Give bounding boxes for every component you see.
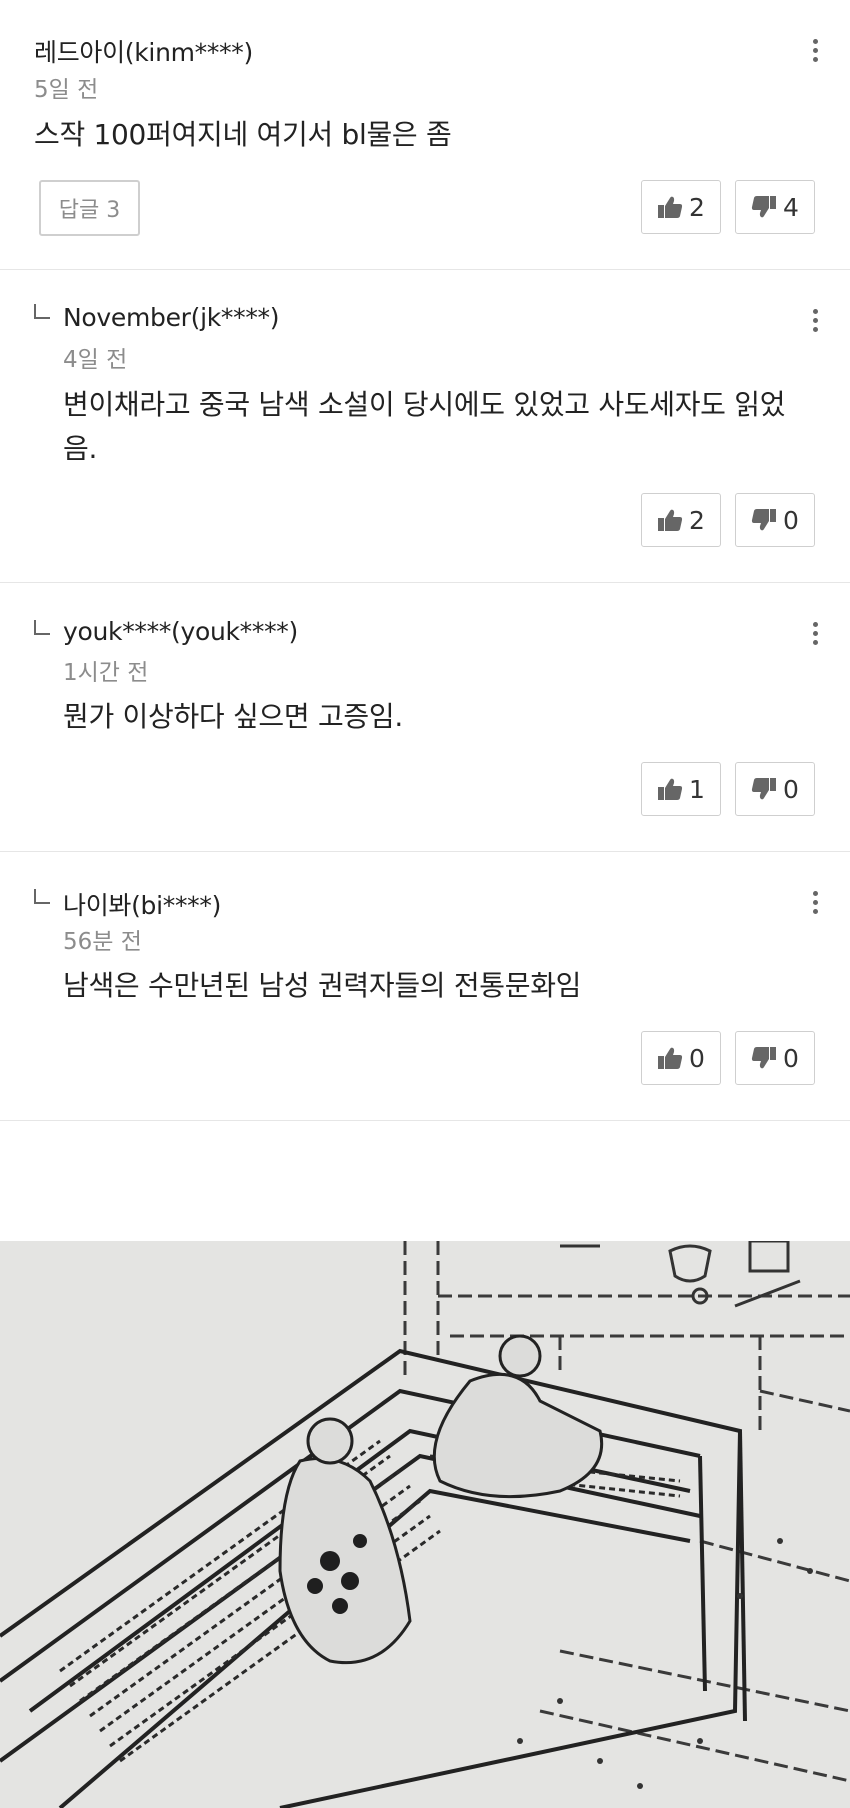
thumbs-down-icon bbox=[751, 777, 777, 801]
reply-comment: 나이봐(bi****) 56분 전 남색은 수만년된 남성 권력자들의 전통문화… bbox=[0, 852, 850, 1120]
more-vertical-icon[interactable] bbox=[805, 887, 825, 919]
like-count: 2 bbox=[689, 192, 705, 222]
illustration-drawing bbox=[0, 1241, 850, 1808]
more-vertical-icon[interactable] bbox=[805, 35, 825, 67]
reply-count-button[interactable]: 답글 3 bbox=[39, 180, 140, 236]
comment-time: 4일 전 bbox=[63, 347, 128, 373]
comment-author[interactable]: November(jk****) bbox=[63, 303, 279, 332]
reply-indent-icon bbox=[34, 304, 50, 319]
dislike-button[interactable]: 4 bbox=[735, 180, 815, 234]
dislike-button[interactable]: 0 bbox=[735, 1031, 815, 1085]
comment-text: 남색은 수만년된 남성 권력자들의 전통문화임 bbox=[63, 969, 582, 1002]
thumbs-up-icon bbox=[657, 195, 683, 219]
thumbs-up-icon bbox=[657, 1046, 683, 1070]
comment-text: 스작 100퍼여지네 여기서 bl물은 좀 bbox=[34, 118, 452, 151]
like-button[interactable]: 2 bbox=[641, 180, 721, 234]
dislike-count: 0 bbox=[783, 774, 799, 804]
comment-time: 1시간 전 bbox=[63, 660, 149, 686]
thumbs-down-icon bbox=[751, 508, 777, 532]
dislike-count: 4 bbox=[783, 192, 799, 222]
comment-time: 5일 전 bbox=[34, 77, 99, 103]
reply-comment: youk****(youk****) 1시간 전 뭔가 이상하다 싶으면 고증임… bbox=[0, 583, 850, 851]
like-button[interactable]: 0 bbox=[641, 1031, 721, 1085]
ink-illustration-image bbox=[0, 1241, 850, 1808]
comment: 레드아이(kinm****) 5일 전 스작 100퍼여지네 여기서 bl물은 … bbox=[0, 0, 850, 269]
dislike-button[interactable]: 0 bbox=[735, 493, 815, 547]
dislike-count: 0 bbox=[783, 1043, 799, 1073]
more-vertical-icon[interactable] bbox=[805, 618, 825, 650]
like-button[interactable]: 2 bbox=[641, 493, 721, 547]
comment-text: 뭔가 이상하다 싶으면 고증임. bbox=[63, 700, 403, 733]
comment-time: 56분 전 bbox=[63, 929, 142, 955]
comment-text: 변이채라고 중국 남색 소설이 당시에도 있었고 사도세자도 읽었음. bbox=[63, 388, 786, 465]
thumbs-down-icon bbox=[751, 195, 777, 219]
dislike-count: 0 bbox=[783, 505, 799, 535]
comment-author[interactable]: 나이봐(bi****) bbox=[63, 886, 221, 922]
reply-indent-icon bbox=[34, 620, 50, 635]
like-count: 2 bbox=[689, 505, 705, 535]
thumbs-up-icon bbox=[657, 777, 683, 801]
reply-indent-icon bbox=[34, 889, 50, 904]
dislike-button[interactable]: 0 bbox=[735, 762, 815, 816]
like-button[interactable]: 1 bbox=[641, 762, 721, 816]
reply-comment: November(jk****) 4일 전 변이채라고 중국 남색 소설이 당시… bbox=[0, 270, 850, 582]
like-count: 1 bbox=[689, 774, 705, 804]
divider bbox=[0, 1120, 850, 1121]
comment-author[interactable]: youk****(youk****) bbox=[63, 617, 298, 646]
more-vertical-icon[interactable] bbox=[805, 305, 825, 337]
comment-author[interactable]: 레드아이(kinm****) bbox=[34, 33, 253, 69]
thumbs-up-icon bbox=[657, 508, 683, 532]
like-count: 0 bbox=[689, 1043, 705, 1073]
thumbs-down-icon bbox=[751, 1046, 777, 1070]
